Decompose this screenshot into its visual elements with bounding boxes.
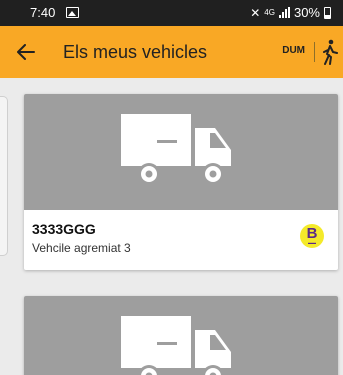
dum-button[interactable]: DUM	[282, 45, 305, 56]
app-bar-divider	[314, 42, 315, 62]
network-icon: 4G	[264, 7, 275, 17]
drawer-handle[interactable]	[0, 96, 8, 256]
vehicle-list[interactable]: 3333GGG Vehcile agremiat 3 B ▬▬	[0, 78, 343, 375]
status-bar: 7:40 ✕ 4G 30%	[0, 0, 343, 26]
arrow-left-icon[interactable]	[0, 26, 52, 78]
vehicle-category-badge: B ▬▬	[300, 224, 324, 248]
vehicle-description: Vehcile agremiat 3	[32, 241, 131, 255]
battery-icon	[324, 6, 331, 19]
truck-icon	[121, 316, 231, 375]
vehicle-image	[24, 296, 338, 375]
vehicle-card[interactable]: 3333GGG Vehcile agremiat 3 B ▬▬	[24, 94, 338, 270]
battery-percent: 30%	[293, 5, 320, 20]
page-title: Els meus vehicles	[63, 41, 208, 62]
truck-icon	[121, 114, 231, 185]
walker-icon[interactable]	[319, 39, 339, 70]
badge-letter: B	[306, 225, 318, 242]
mute-icon: ✕	[250, 5, 261, 20]
badge-logo: ▬▬	[308, 240, 316, 245]
status-indicators: ✕ 4G 30%	[250, 5, 331, 20]
app-bar: Els meus vehicles DUM	[0, 26, 343, 78]
vehicle-plate: 3333GGG	[32, 221, 96, 237]
vehicle-info: 3333GGG Vehcile agremiat 3 B ▬▬	[24, 210, 338, 270]
signal-icon	[278, 7, 290, 18]
image-icon	[66, 7, 79, 18]
vehicle-card[interactable]	[24, 296, 338, 375]
status-time: 7:40	[30, 5, 56, 20]
vehicle-image	[24, 94, 338, 210]
